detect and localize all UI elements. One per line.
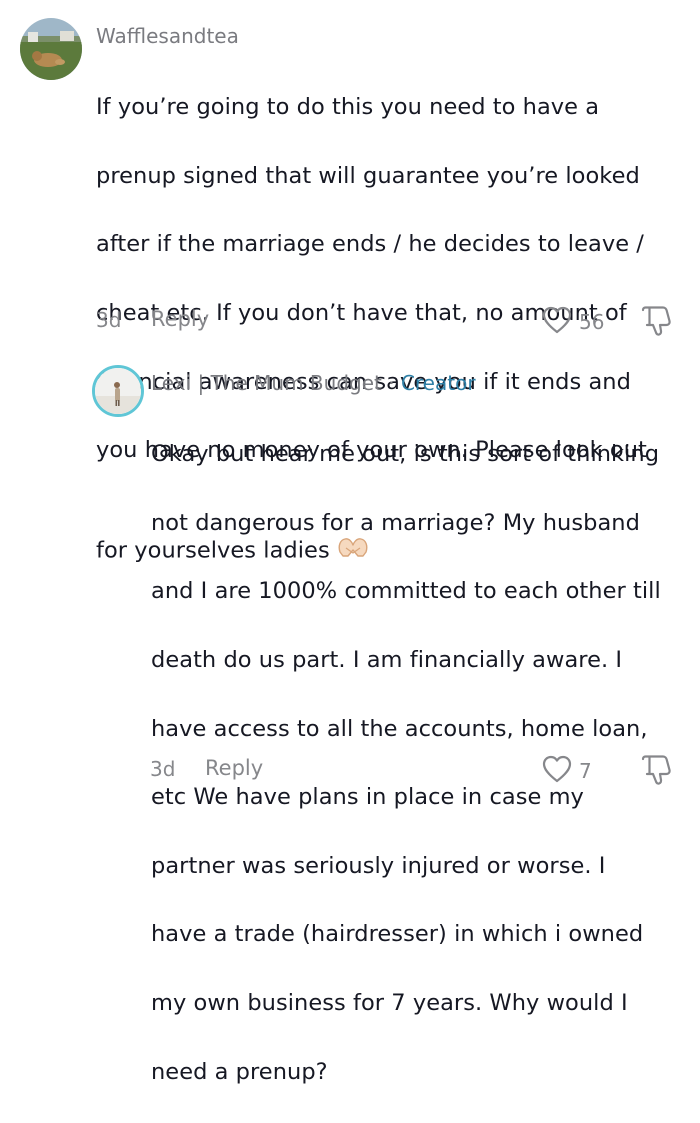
comment-line: partner was seriously injured or worse. …	[151, 852, 606, 879]
comment-line: not dangerous for a marriage? My husband	[151, 509, 640, 536]
avatar-image	[20, 18, 82, 80]
comment-line: and I are 1000% committed to each other …	[151, 578, 661, 605]
comment-timestamp: 3d	[150, 757, 176, 781]
heart-outline-icon	[541, 305, 573, 339]
reply-button[interactable]: Reply	[205, 756, 263, 780]
comment-line: Okay but hear me out, is this sort of th…	[151, 441, 660, 468]
comment-line: If you’re going to do this you need to h…	[96, 94, 600, 121]
comment-line: need a prenup?	[151, 1058, 328, 1085]
comment-username[interactable]: Wafflesandtea	[96, 24, 239, 48]
like-button[interactable]: 7	[541, 754, 592, 788]
comment-line: my own business for 7 years. Why would I	[151, 990, 628, 1017]
thumbs-down-icon	[639, 755, 675, 791]
comment-line: have a trade (hairdresser) in which i ow…	[151, 921, 644, 948]
comment-line: have access to all the accounts, home lo…	[151, 715, 648, 742]
comment-line: prenup signed that will guarantee you’re…	[96, 162, 640, 189]
like-button[interactable]: 56	[541, 305, 604, 339]
comment-line: after if the marriage ends / he decides …	[96, 231, 644, 258]
avatar[interactable]	[20, 18, 82, 80]
separator-dot: ·	[388, 371, 395, 395]
creator-badge: Creator	[400, 371, 476, 395]
like-count: 56	[579, 310, 605, 334]
like-count: 7	[579, 759, 592, 783]
comment-username-line: Lexi | The Mum Budget · Creator	[151, 371, 476, 395]
comment-line: etc We have plans in place in case my	[151, 784, 584, 811]
comment-username[interactable]: Lexi | The Mum Budget	[151, 371, 382, 395]
thumbs-down-icon	[639, 306, 675, 342]
dislike-button[interactable]	[639, 753, 675, 791]
reply-button[interactable]: Reply	[151, 307, 209, 331]
creator-avatar[interactable]	[92, 365, 144, 417]
comment-line: death do us part. I am financially aware…	[151, 647, 623, 674]
heart-outline-icon	[541, 754, 573, 788]
dislike-button[interactable]	[639, 304, 675, 342]
avatar-image	[95, 368, 141, 414]
comment-timestamp: 3d	[96, 308, 122, 332]
